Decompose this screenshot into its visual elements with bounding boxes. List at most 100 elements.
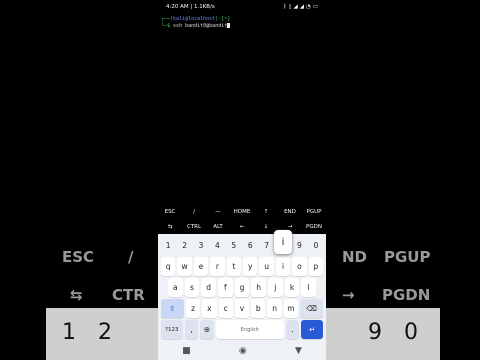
keyboard-row-3: ⇧ z x c v b n m ⌫ <box>158 299 326 318</box>
bg-esc-label: ESC <box>62 248 95 266</box>
key-0[interactable]: 0 <box>309 236 323 255</box>
left-arrow-key[interactable]: ← <box>230 224 254 230</box>
extra-keys-row-2: ⇆ CTRL ALT ← ↓ → PGDN <box>158 219 326 234</box>
slash-key[interactable]: / <box>182 209 206 215</box>
bg-pgdn-label: PGDN <box>382 286 431 304</box>
home-icon[interactable]: ◉ <box>239 346 247 356</box>
prompt-prefix: ┌──( <box>161 16 174 22</box>
bg-tab-label: ⇆ <box>70 286 83 304</box>
down-arrow-key[interactable]: ↓ <box>254 224 278 230</box>
enter-key[interactable]: ↵ <box>301 320 324 339</box>
shift-key[interactable]: ⇧ <box>161 299 184 318</box>
key-4[interactable]: 4 <box>210 236 224 255</box>
globe-icon: ⊕ <box>203 325 211 334</box>
key-p[interactable]: p <box>308 257 324 276</box>
ctrl-key[interactable]: CTRL <box>182 224 206 230</box>
key-k[interactable]: k <box>284 278 300 297</box>
backspace-key[interactable]: ⌫ <box>300 299 323 318</box>
esc-key[interactable]: ESC <box>158 209 182 215</box>
key-1[interactable]: 1 <box>161 236 175 255</box>
key-r[interactable]: r <box>210 257 225 276</box>
key-j[interactable]: j <box>268 278 283 297</box>
vibrate-icon: ▯ <box>288 4 292 10</box>
pgup-key[interactable]: PGUP <box>302 209 326 215</box>
status-bar: 4:20 AM | 1.1KB/s ᛒ ▯ ◢ ◢ ◔ ▭ <box>158 0 326 14</box>
recents-icon[interactable]: ■ <box>182 346 191 356</box>
battery-icon: ▭ <box>312 4 318 10</box>
signal-icon: ◢ <box>293 4 298 10</box>
key-f[interactable]: f <box>218 278 233 297</box>
pgdn-key[interactable]: PGDN <box>302 224 326 230</box>
terminal-cursor <box>227 22 231 28</box>
bg-num-9: 9 <box>368 320 382 345</box>
back-icon[interactable]: ▼ <box>295 346 302 356</box>
space-bar[interactable]: English <box>215 320 284 339</box>
navigation-bar: ■ ◉ ▼ <box>158 342 326 360</box>
key-o[interactable]: o <box>292 257 307 276</box>
symbols-key[interactable]: ?123 <box>160 320 183 339</box>
keyboard-number-row: 1 2 3 4 5 6 7 8 9 0 <box>158 236 326 255</box>
key-z[interactable]: z <box>185 299 201 318</box>
key-3[interactable]: 3 <box>194 236 208 255</box>
shift-icon: ⇧ <box>169 304 176 313</box>
key-v[interactable]: v <box>234 299 250 318</box>
key-q[interactable]: q <box>160 257 176 276</box>
key-preview-popup: i <box>274 230 292 254</box>
prompt-symbol: └─$ <box>161 22 174 29</box>
dash-key[interactable]: — <box>206 209 230 215</box>
bg-pgup-label: PGUP <box>384 248 431 266</box>
key-d[interactable]: d <box>201 278 216 297</box>
key-5[interactable]: 5 <box>227 236 241 255</box>
key-2[interactable]: 2 <box>177 236 191 255</box>
key-comma[interactable]: , <box>184 320 199 339</box>
bg-arrow-label: → <box>342 286 355 304</box>
key-n[interactable]: n <box>267 299 282 318</box>
key-m[interactable]: m <box>283 299 299 318</box>
key-a[interactable]: a <box>167 278 183 297</box>
key-g[interactable]: g <box>234 278 250 297</box>
key-y[interactable]: y <box>243 257 258 276</box>
bg-num-0: 0 <box>404 320 418 345</box>
extra-keys-bar: ESC / — HOME ↑ END PGUP ⇆ CTRL ALT ← ↓ →… <box>158 204 326 234</box>
bg-end-label: ND <box>342 248 368 266</box>
globe-key[interactable]: ⊕ <box>200 320 214 339</box>
end-key[interactable]: END <box>278 209 302 215</box>
key-i[interactable]: i <box>275 257 291 276</box>
backspace-icon: ⌫ <box>306 304 317 313</box>
terminal-line-2: └─$ ssh bandit0@bandit <box>161 22 231 30</box>
key-w[interactable]: w <box>177 257 192 276</box>
key-6[interactable]: 6 <box>243 236 257 255</box>
right-arrow-key[interactable]: → <box>278 224 302 230</box>
key-x[interactable]: x <box>202 299 217 318</box>
status-icons: ᛒ ▯ ◢ ◢ ◔ ▭ <box>283 4 318 10</box>
key-t[interactable]: t <box>226 257 241 276</box>
keyboard-row-2: a s d f g h j k l <box>158 278 326 297</box>
bg-ctrl-label: CTR <box>112 286 145 304</box>
home-key[interactable]: HOME <box>230 209 254 215</box>
key-9[interactable]: 9 <box>292 236 306 255</box>
key-l[interactable]: l <box>301 278 317 297</box>
phone-screen: 4:20 AM | 1.1KB/s ᛒ ▯ ◢ ◢ ◔ ▭ ┌──(kali@l… <box>158 0 326 360</box>
key-c[interactable]: c <box>218 299 233 318</box>
key-s[interactable]: s <box>184 278 200 297</box>
prompt-path: )-[~] <box>215 16 231 22</box>
key-e[interactable]: e <box>193 257 209 276</box>
enter-icon: ↵ <box>309 325 316 334</box>
key-h[interactable]: h <box>251 278 267 297</box>
key-u[interactable]: u <box>259 257 274 276</box>
signal-icon: ◢ <box>299 4 304 10</box>
keyboard-row-1: q w e r t y u i o p <box>158 257 326 276</box>
terminal-output[interactable]: ┌──(kali@localhost)-[~] └─$ ssh bandit0@… <box>161 16 230 29</box>
bg-slash-label: / <box>128 248 134 266</box>
key-b[interactable]: b <box>251 299 266 318</box>
key-period[interactable]: . <box>285 320 300 339</box>
wifi-icon: ◔ <box>305 4 311 10</box>
tab-key[interactable]: ⇆ <box>158 224 182 230</box>
key-7[interactable]: 7 <box>259 236 273 255</box>
up-arrow-key[interactable]: ↑ <box>254 209 278 215</box>
extra-keys-row-1: ESC / — HOME ↑ END PGUP <box>158 204 326 219</box>
alt-key[interactable]: ALT <box>206 224 230 230</box>
keyboard-row-4: ?123 , ⊕ English . ↵ <box>158 320 326 339</box>
bg-num-1: 1 <box>62 320 76 345</box>
bg-num-2: 2 <box>98 320 112 345</box>
